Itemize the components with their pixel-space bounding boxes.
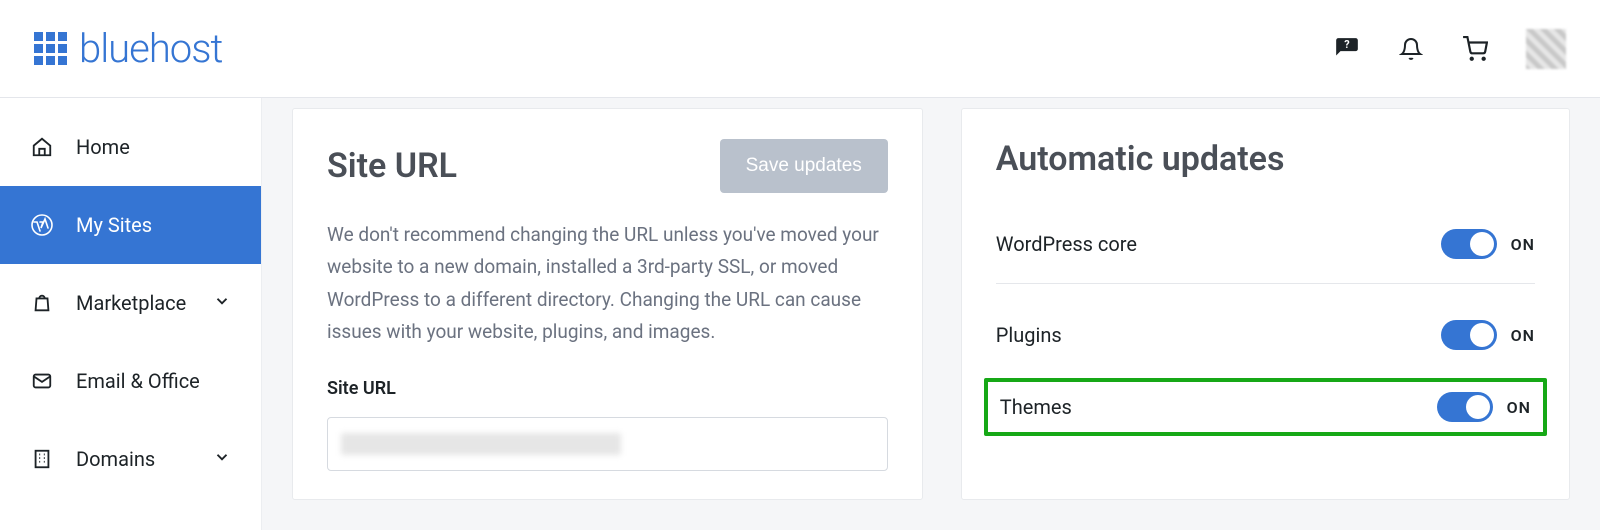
update-row-themes-highlighted: Themes ON: [984, 378, 1547, 436]
sidebar-item-home[interactable]: Home: [0, 108, 261, 186]
sidebar-item-label: Email & Office: [76, 369, 200, 393]
site-url-card: Site URL Save updates We don't recommend…: [292, 108, 923, 500]
home-icon: [30, 135, 54, 159]
mail-icon: [30, 369, 54, 393]
main-area: Site URL Save updates We don't recommend…: [262, 98, 1600, 530]
wordpress-icon: [30, 213, 54, 237]
sidebar-item-label: Home: [76, 135, 130, 159]
update-row-label: Themes: [1000, 395, 1072, 419]
bell-icon[interactable]: [1398, 36, 1424, 62]
chevron-down-icon: [213, 291, 231, 315]
cart-icon[interactable]: [1462, 36, 1488, 62]
update-row-label: Plugins: [996, 323, 1062, 347]
update-row-label: WordPress core: [996, 232, 1137, 256]
sidebar-item-label: Marketplace: [76, 291, 186, 315]
toggle-plugins[interactable]: [1441, 320, 1497, 350]
main-content: Home My Sites Marketplace Email & Office: [0, 98, 1600, 530]
save-updates-button[interactable]: Save updates: [720, 139, 888, 193]
sidebar-item-my-sites[interactable]: My Sites: [0, 186, 261, 264]
sidebar-item-marketplace[interactable]: Marketplace: [0, 264, 261, 342]
header-actions: ?: [1334, 29, 1566, 69]
card-title: Automatic updates: [996, 139, 1535, 179]
chevron-down-icon: [213, 447, 231, 471]
bag-icon: [30, 291, 54, 315]
sidebar-item-label: My Sites: [76, 213, 152, 237]
brand-logo[interactable]: bluehost: [34, 25, 222, 72]
toggle-state: ON: [1507, 398, 1531, 417]
brand-name: bluehost: [79, 25, 222, 72]
update-row-wp-core: WordPress core ON: [996, 213, 1535, 275]
toggle-themes[interactable]: [1437, 392, 1493, 422]
update-row-plugins: Plugins ON: [996, 283, 1535, 366]
sidebar-item-domains[interactable]: Domains: [0, 420, 261, 498]
toggle-wp-core[interactable]: [1441, 229, 1497, 259]
sidebar-item-email-office[interactable]: Email & Office: [0, 342, 261, 420]
avatar[interactable]: [1526, 29, 1566, 69]
help-chat-icon[interactable]: ?: [1334, 36, 1360, 62]
svg-text:?: ?: [1344, 37, 1349, 50]
top-header: bluehost ?: [0, 0, 1600, 98]
card-title: Site URL: [327, 146, 457, 186]
site-url-label: Site URL: [327, 378, 888, 399]
card-description: We don't recommend changing the URL unle…: [327, 219, 888, 348]
sidebar: Home My Sites Marketplace Email & Office: [0, 98, 262, 530]
logo-grid-icon: [34, 32, 67, 65]
toggle-state: ON: [1511, 235, 1535, 254]
toggle-state: ON: [1511, 326, 1535, 345]
site-url-input[interactable]: [327, 417, 888, 471]
auto-updates-card: Automatic updates WordPress core ON Plug…: [961, 108, 1570, 500]
sidebar-item-label: Domains: [76, 447, 155, 471]
building-icon: [30, 447, 54, 471]
